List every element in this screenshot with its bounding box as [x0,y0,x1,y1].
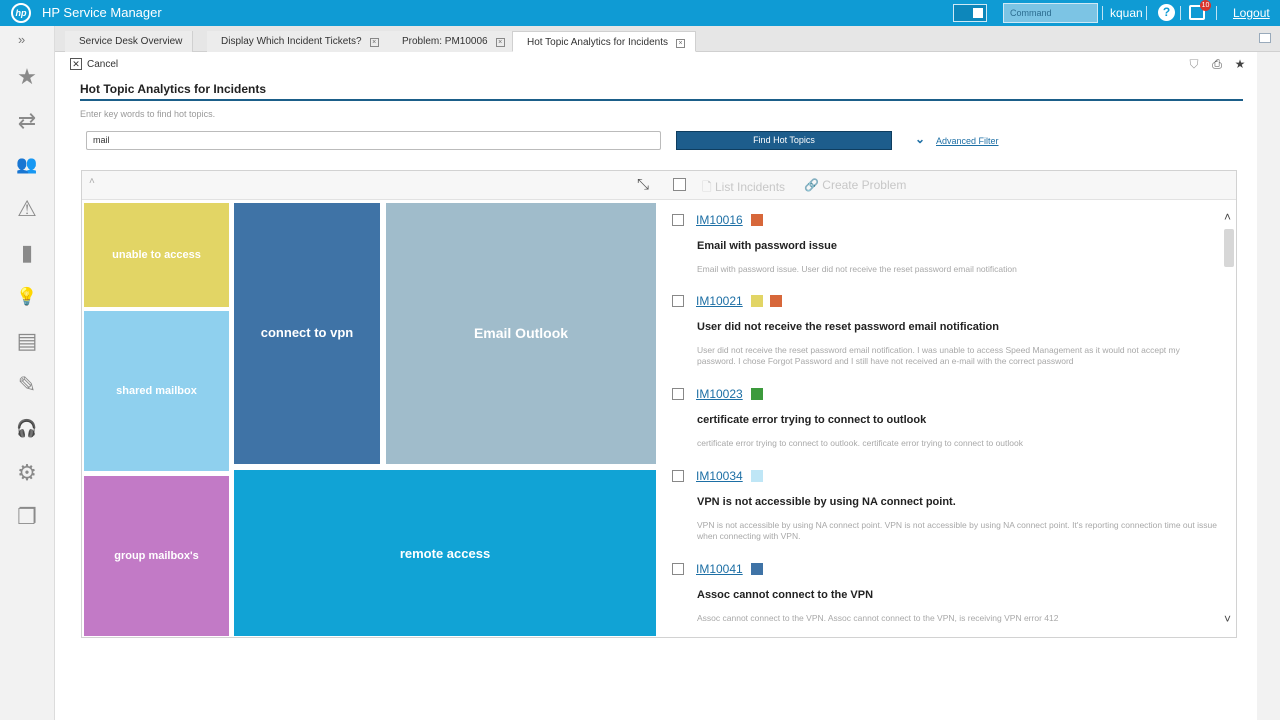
topic-color-swatch [751,388,763,400]
print-icon[interactable]: ⎙ [1210,57,1224,71]
book-icon[interactable]: ▮ [14,240,40,266]
treemap-tile-email-outlook[interactable]: Email Outlook [386,203,656,464]
incident-id-link[interactable]: IM10023 [696,387,743,401]
incident-id-link[interactable]: IM10041 [696,562,743,576]
logout-link[interactable]: Logout [1233,6,1270,20]
scrollbar-thumb[interactable] [1224,229,1234,267]
incident-id-link[interactable]: IM10021 [696,294,743,308]
incident-checkbox[interactable] [672,470,684,482]
tab-strip: Service Desk Overview Display Which Inci… [55,26,1280,52]
topic-color-swatch [770,295,782,307]
tab-label: Problem: PM10006 [402,36,488,47]
incident-title: certificate error trying to connect to o… [697,414,927,426]
favorite-star-icon[interactable]: ★ [1233,57,1247,71]
window-icon[interactable] [1259,33,1271,43]
advanced-filter-link[interactable]: Advanced Filter [936,136,999,146]
incident-title: User did not receive the reset password … [697,321,999,333]
incident-description: User did not receive the reset password … [697,345,1180,366]
page-title: Hot Topic Analytics for Incidents [80,82,267,96]
cancel-button[interactable]: Cancel [87,59,118,70]
treemap-tile-remote-access[interactable]: remote access [234,470,656,636]
create-problem-button[interactable]: 🔗 Create Problem [804,178,906,192]
help-icon[interactable]: ? [1158,4,1175,21]
incident-id-link[interactable]: IM10016 [696,213,743,227]
incident-description: Email with password issue. User did not … [697,264,1017,274]
tab-label: Display Which Incident Tickets? [221,36,362,47]
list-scrollbar[interactable] [1222,209,1236,631]
lightbulb-icon[interactable]: 💡 [14,284,40,310]
search-hint: Enter key words to find hot topics. [80,109,216,119]
topic-color-swatch [751,470,763,482]
edit-form-icon[interactable]: ✎ [14,372,40,398]
list-incidents-button[interactable]: 🗋 List Incidents [702,178,785,199]
hp-logo: hp [11,3,31,23]
close-icon[interactable]: × [495,38,505,47]
notification-badge: 10 [1200,0,1211,11]
copy-icon[interactable]: ❐ [14,504,40,530]
panel-header: ˄ ⤡ 🗋 List Incidents 🔗 Create Problem [82,171,1236,200]
incident-checkbox[interactable] [672,388,684,400]
users-icon[interactable]: 👥 [14,152,40,178]
create-problem-label: Create Problem [822,178,907,192]
cancel-icon[interactable]: ✕ [70,58,82,70]
username[interactable]: kquan [1110,6,1143,20]
scroll-down-icon[interactable]: ˅ [1224,612,1231,626]
app-title: HP Service Manager [42,5,162,20]
gear-box-icon[interactable]: ⚙ [14,460,40,486]
incident-title: VPN is not accessible by using NA connec… [697,496,956,508]
treemap-tile-unable-to-access[interactable]: unable to access [84,203,229,307]
tab-label: Hot Topic Analytics for Incidents [527,37,668,48]
tab-display-incident-tickets[interactable]: Display Which Incident Tickets? × [207,31,390,52]
incident-title: Email with password issue [697,240,837,252]
top-bar: hp HP Service Manager Command kquan ? 10… [0,0,1280,26]
incident-id-link[interactable]: IM10034 [696,469,743,483]
find-hot-topics-button[interactable]: Find Hot Topics [676,131,892,150]
select-all-checkbox[interactable] [673,178,686,191]
right-gutter [1257,52,1280,720]
incident-checkbox[interactable] [672,214,684,226]
incident-description: VPN is not accessible by using NA connec… [697,520,1217,541]
dashboard-icon[interactable]: ▤ [14,328,40,354]
chevron-down-icon[interactable]: ⌄ [915,132,925,146]
incident-checkbox[interactable] [672,295,684,307]
toolbar: ✕ Cancel ⛉ ⎙ ★ [55,52,1280,76]
topic-color-swatch [751,214,763,226]
incident-title: Assoc cannot connect to the VPN [697,589,874,601]
hot-topics-panel: ˄ ⤡ 🗋 List Incidents 🔗 Create Problem un… [81,170,1237,638]
incident-description: Assoc cannot connect to the VPN. Assoc c… [697,613,1059,623]
caret-icon[interactable]: ˄ [89,176,95,187]
tab-problem-pm10006[interactable]: Problem: PM10006 × [388,31,516,52]
star-icon[interactable]: ★ [14,64,40,90]
tab-service-desk-overview[interactable]: Service Desk Overview [65,31,194,52]
treemap-tile-shared-mailbox[interactable]: shared mailbox [84,311,229,471]
layout-toggle-icon[interactable] [953,4,987,22]
incident-checkbox[interactable] [672,563,684,575]
headset-icon[interactable]: 🎧 [14,416,40,442]
treemap-tile-connect-to-vpn[interactable]: connect to vpn [234,203,380,464]
close-icon[interactable]: × [676,39,685,48]
left-nav: » ★ ⇄ 👥 ⚠ ▮ 💡 ▤ ✎ 🎧 ⚙ ❐ [0,26,55,720]
tab-label: Service Desk Overview [79,36,183,47]
close-icon[interactable]: × [369,38,379,47]
list-incidents-label: List Incidents [714,180,786,194]
expand-nav-icon[interactable]: » [18,32,25,47]
title-divider [80,99,1243,101]
shield-icon[interactable]: ⛉ [1187,57,1201,71]
swap-icon[interactable]: ⇄ [14,108,40,134]
incident-list: IM10016 Email with password issue Email … [667,201,1222,637]
fullscreen-icon[interactable]: ⤡ [637,176,649,193]
topic-color-swatch [751,563,763,575]
keyword-search-input[interactable]: mail [86,131,661,150]
command-input[interactable]: Command [1003,3,1098,23]
topic-color-swatch [751,295,763,307]
tab-hot-topic-analytics[interactable]: Hot Topic Analytics for Incidents × [512,31,696,52]
warning-icon[interactable]: ⚠ [14,196,40,222]
incident-description: certificate error trying to connect to o… [697,438,1023,448]
treemap-tile-group-mailboxes[interactable]: group mailbox's [84,476,229,636]
scroll-up-icon[interactable]: ˄ [1224,210,1231,224]
